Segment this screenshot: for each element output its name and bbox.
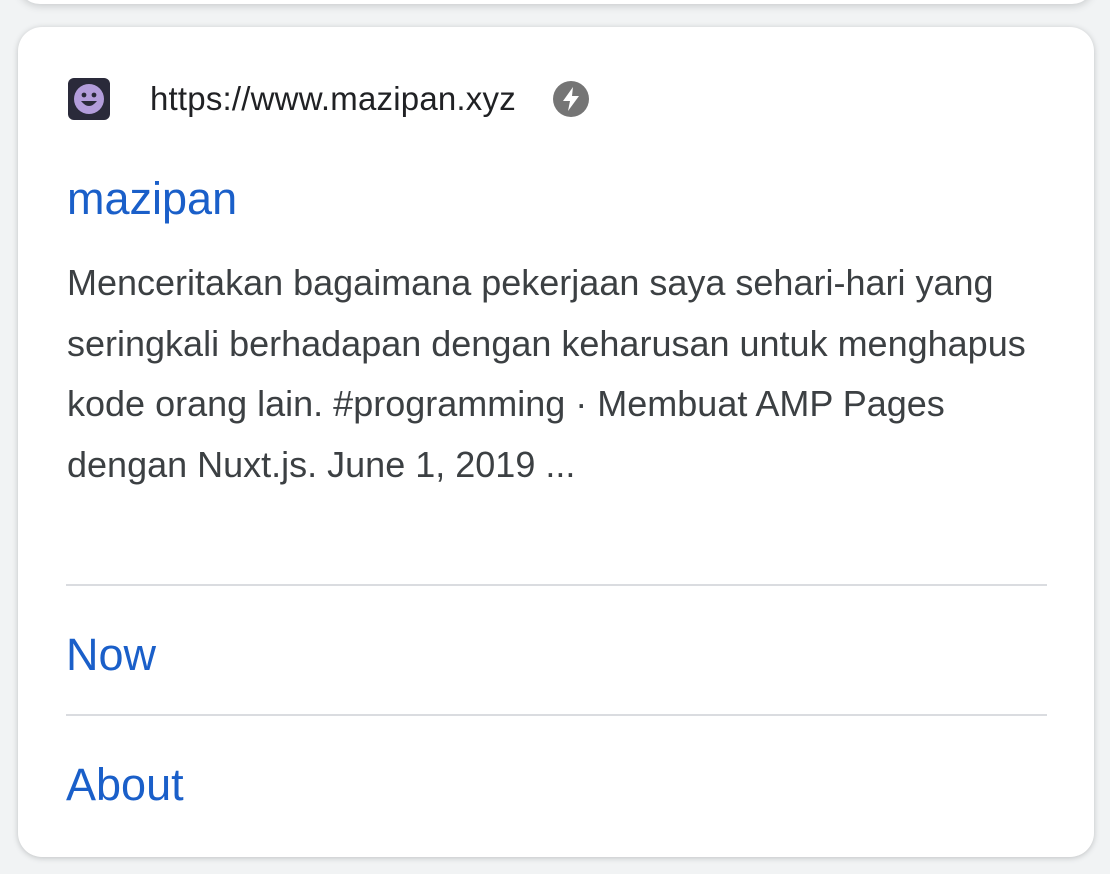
sitelink-now[interactable]: Now — [66, 629, 156, 681]
site-info-row: https://www.mazipan.xyz — [68, 77, 590, 121]
previous-result-card — [18, 0, 1094, 4]
result-snippet: Menceritakan bagaimana pekerjaan saya se… — [67, 262, 1026, 485]
search-result-card: https://www.mazipan.xyz mazipan Mencerit… — [18, 27, 1094, 857]
result-title-link[interactable]: mazipan — [67, 173, 237, 225]
smiley-avatar-icon — [68, 78, 110, 120]
divider — [66, 584, 1047, 586]
site-url[interactable]: https://www.mazipan.xyz — [150, 80, 516, 118]
amp-lightning-icon — [552, 80, 590, 118]
divider — [66, 714, 1047, 716]
sitelink-about[interactable]: About — [66, 759, 184, 811]
